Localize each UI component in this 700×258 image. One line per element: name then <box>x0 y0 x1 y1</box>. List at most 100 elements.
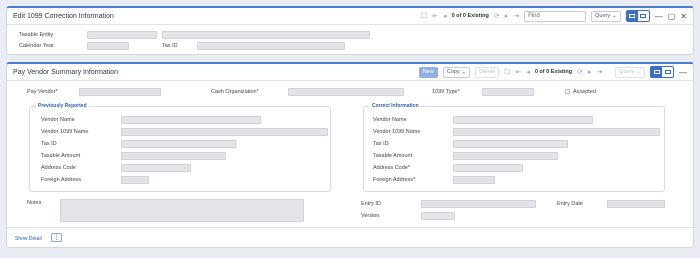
corr-vendor-name-label: Vendor Name <box>373 117 407 123</box>
query-label: Query <box>595 13 611 19</box>
summary-panel-header: Pay Vendor Summary Information New Copy ⌄… <box>7 64 693 81</box>
last-record-icon[interactable]: ⇥ <box>513 13 519 20</box>
find-input[interactable]: Find <box>524 10 587 22</box>
refresh-icon[interactable]: ⟳ <box>494 13 500 20</box>
prev-taxable-amount-field[interactable] <box>121 152 226 160</box>
copy-button[interactable]: Copy ⌄ <box>442 66 471 78</box>
calendar-year-label: Calendar Year <box>19 43 54 49</box>
close-icon[interactable]: ✕ <box>680 12 687 21</box>
notes-field[interactable] <box>60 199 304 222</box>
entry-date-label: Entry Date <box>557 201 583 207</box>
prev-vendor-1099-name-field[interactable] <box>121 128 328 136</box>
record-count: 0 of 0 Existing <box>534 69 573 75</box>
more-vertical-icon: ⋮ <box>53 235 60 241</box>
next-record-icon[interactable]: ▸ <box>505 13 509 20</box>
next-record-icon[interactable]: ▸ <box>588 69 592 76</box>
prev-vendor-name-label: Vendor Name <box>41 117 75 123</box>
summary-panel: Pay Vendor Summary Information New Copy ⌄… <box>6 62 694 248</box>
minimize-icon[interactable]: — <box>655 12 663 21</box>
correction-toolbar: ☐ ⇤ ◂ 0 of 0 Existing ⟳ ▸ ⇥ Find Query ⌄ … <box>421 8 687 24</box>
correct-information-group: Correct Information Vendor Name Vendor 1… <box>363 103 665 192</box>
first-record-icon[interactable]: ⇤ <box>432 13 438 20</box>
maximize-icon[interactable]: ▢ <box>668 12 676 21</box>
cash-org-text: Cash Organization <box>211 89 257 95</box>
previously-reported-group: Previously Reported Vendor Name Vendor 1… <box>29 103 331 192</box>
corr-address-code-label: Address Code* <box>373 165 410 171</box>
prev-vendor-name-field[interactable] <box>121 116 261 124</box>
find-placeholder: Find <box>528 13 540 19</box>
corr-taxable-amount-label: Taxable Amount <box>373 153 413 159</box>
last-record-icon[interactable]: ⇥ <box>597 69 603 76</box>
prev-foreign-address-label: Foreign Address <box>41 177 82 183</box>
corr-tax-id-field[interactable] <box>453 140 568 148</box>
corr-vendor-1099-name-label: Vendor 1099 Name <box>373 129 421 135</box>
type-1099-label: 1099 Type* <box>432 89 460 95</box>
footer-divider <box>7 227 693 228</box>
delete-button[interactable]: Delete <box>475 66 500 78</box>
query-button[interactable]: Query ⌄ <box>591 10 621 22</box>
taxable-entity-field[interactable] <box>87 31 157 39</box>
refresh-icon[interactable]: ⟳ <box>577 69 583 76</box>
entry-id-field[interactable] <box>421 200 536 208</box>
corr-address-code-text: Address Code <box>373 165 408 171</box>
new-button[interactable]: New <box>418 66 438 78</box>
query-button[interactable]: Query ⌄ <box>615 66 645 78</box>
pay-vendor-field[interactable] <box>79 88 161 96</box>
taxable-entity-desc-field[interactable] <box>162 31 370 39</box>
query-label: Query <box>619 69 635 75</box>
form-view-icon[interactable] <box>651 67 662 77</box>
prev-address-code-field[interactable] <box>121 164 191 172</box>
delete-label: Delete <box>479 69 496 75</box>
prev-tax-id-field[interactable] <box>121 140 236 148</box>
new-label: New <box>422 69 434 75</box>
checkbox-icon[interactable]: ☐ <box>421 13 427 20</box>
accepted-label: Accepted <box>573 89 596 95</box>
view-toggle[interactable] <box>650 66 674 78</box>
show-detail-link[interactable]: Show Detail <box>15 236 42 242</box>
corr-vendor-name-field[interactable] <box>453 116 593 124</box>
type-1099-text: 1099 Type <box>432 89 458 95</box>
more-options-button[interactable]: ⋮ <box>51 233 62 242</box>
minimize-icon[interactable]: — <box>679 68 687 77</box>
prev-taxable-amount-label: Taxable Amount <box>41 153 81 159</box>
cash-org-field[interactable] <box>288 88 404 96</box>
entry-id-label: Entry ID <box>361 201 381 207</box>
version-label: Version <box>361 213 380 219</box>
record-count: 0 of 0 Existing <box>451 13 489 19</box>
prev-record-icon[interactable]: ◂ <box>526 69 530 76</box>
corr-vendor-1099-name-field[interactable] <box>453 128 660 136</box>
cash-org-label: Cash Organization* <box>211 89 259 95</box>
group-title: Correct Information <box>370 103 421 109</box>
accepted-checkbox[interactable] <box>565 89 570 94</box>
first-record-icon[interactable]: ⇤ <box>515 69 521 76</box>
notes-label: Notes <box>27 200 42 206</box>
panel-title: Pay Vendor Summary Information <box>13 68 119 76</box>
correction-panel: Edit 1099 Correction Information ☐ ⇤ ◂ 0… <box>6 6 694 55</box>
grid-view-icon[interactable] <box>638 11 649 21</box>
checkbox-icon[interactable]: ☐ <box>504 69 510 76</box>
corr-foreign-address-field[interactable] <box>453 176 495 184</box>
prev-record-icon[interactable]: ◂ <box>443 13 447 20</box>
prev-address-code-label: Address Code <box>41 165 76 171</box>
panel-title: Edit 1099 Correction Information <box>13 12 114 20</box>
view-toggle[interactable] <box>625 10 650 22</box>
prev-foreign-address-field[interactable] <box>121 176 149 184</box>
form-view-icon[interactable] <box>626 11 638 21</box>
entry-date-field[interactable] <box>607 200 665 208</box>
calendar-year-field[interactable] <box>87 42 129 50</box>
chevron-down-icon: ⌄ <box>612 13 617 19</box>
type-1099-field[interactable] <box>482 88 534 96</box>
corr-foreign-address-text: Foreign Address <box>373 177 414 183</box>
group-title: Previously Reported <box>36 103 89 109</box>
corr-address-code-field[interactable] <box>453 164 523 172</box>
grid-view-icon[interactable] <box>662 67 673 77</box>
prev-vendor-1099-name-label: Vendor 1099 Name <box>41 129 89 135</box>
version-field[interactable] <box>421 212 455 220</box>
pay-vendor-text: Pay Vendor <box>27 89 56 95</box>
chevron-down-icon: ⌄ <box>636 69 641 75</box>
corr-taxable-amount-field[interactable] <box>453 152 558 160</box>
tax-id-label: Tax ID <box>162 43 178 49</box>
tax-id-field[interactable] <box>197 42 345 50</box>
corr-tax-id-label: Tax ID <box>373 141 389 147</box>
prev-tax-id-label: Tax ID <box>41 141 57 147</box>
